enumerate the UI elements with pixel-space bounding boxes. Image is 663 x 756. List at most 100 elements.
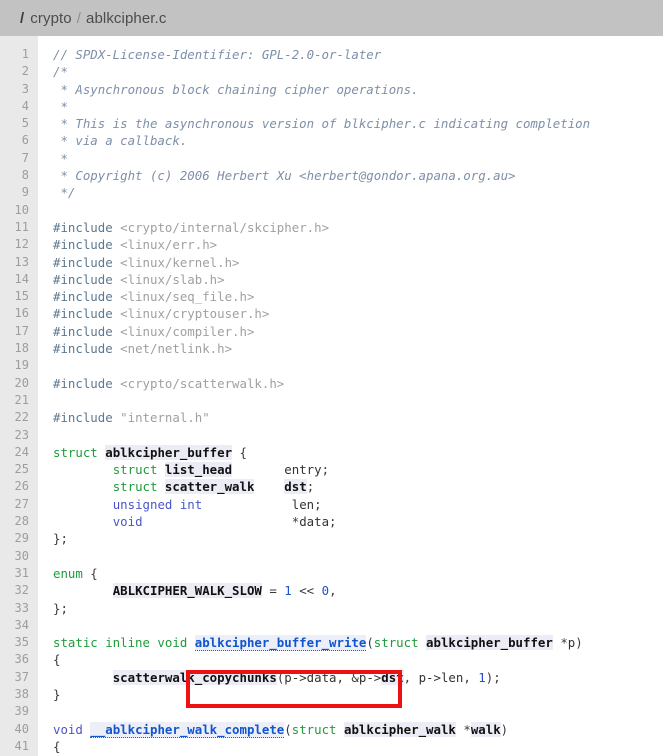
symbol-link-ablkcipher_buffer_write[interactable]: ablkcipher_buffer_write (194, 635, 367, 652)
line-number[interactable]: 23 (0, 426, 38, 444)
line-number[interactable]: 19 (0, 357, 38, 375)
identifier-token[interactable]: ABLKCIPHER_WALK_SLOW (112, 583, 262, 599)
code-line: 7 * (0, 149, 663, 168)
line-number[interactable]: 28 (0, 513, 38, 531)
breadcrumb-item-crypto[interactable]: crypto (30, 10, 71, 27)
code-token: ; (306, 479, 315, 495)
identifier-token[interactable]: list_head (164, 462, 233, 478)
code-line-content: struct ablkcipher_buffer { (38, 444, 247, 461)
code-line: 2 /* (0, 63, 663, 81)
line-number[interactable]: 15 (0, 288, 38, 306)
line-number[interactable]: 7 (0, 149, 38, 168)
code-token: * Asynchronous block chaining cipher ope… (53, 81, 419, 97)
code-line-content: struct list_head entry; (38, 461, 329, 478)
code-token: unsigned int (112, 496, 203, 512)
line-number[interactable]: 8 (0, 167, 38, 185)
code-token: { (53, 738, 61, 754)
code-line: 35 static inline void ablkcipher_buffer_w… (0, 634, 663, 652)
line-number[interactable]: 2 (0, 63, 38, 81)
line-number[interactable]: 14 (0, 270, 38, 289)
code-token: , (329, 583, 337, 599)
code-line-content (38, 548, 53, 565)
code-token: ; (329, 514, 337, 530)
line-number[interactable]: 1 (0, 46, 38, 64)
code-token: void (53, 721, 83, 737)
line-number[interactable]: 20 (0, 374, 38, 392)
line-number[interactable]: 17 (0, 322, 38, 341)
line-number[interactable]: 21 (0, 391, 38, 410)
line-number[interactable]: 24 (0, 443, 38, 462)
line-number[interactable]: 39 (0, 703, 38, 721)
line-number[interactable]: 22 (0, 409, 38, 427)
line-number[interactable]: 26 (0, 478, 38, 496)
line-number[interactable]: 9 (0, 184, 38, 202)
identifier-token[interactable]: ablkcipher_buffer (426, 635, 553, 651)
code-line-content: { (38, 651, 60, 668)
identifier-token[interactable]: walk (470, 721, 501, 737)
code-line-content: #include <linux/slab.h> (38, 271, 225, 288)
identifier-token[interactable]: ablkcipher_buffer (105, 444, 233, 460)
line-number[interactable]: 35 (0, 634, 38, 652)
line-number[interactable]: 36 (0, 651, 38, 669)
line-number[interactable]: 32 (0, 582, 38, 600)
code-line-content: #include <linux/cryptouser.h> (38, 305, 269, 322)
code-line-content (38, 703, 53, 720)
line-number[interactable]: 4 (0, 97, 38, 116)
identifier-token[interactable]: dst (381, 669, 404, 685)
code-line-content (38, 202, 53, 219)
code-line: 40 void __ablkcipher_walk_complete(struct… (0, 720, 663, 738)
line-number[interactable]: 25 (0, 461, 38, 479)
line-number[interactable]: 27 (0, 495, 38, 514)
code-token: ); (485, 669, 501, 685)
code-line: 15 #include <linux/seq_file.h> (0, 288, 663, 306)
code-line-content: #include <crypto/scatterwalk.h> (38, 375, 284, 392)
line-number[interactable]: 12 (0, 236, 38, 254)
code-token: * (53, 150, 68, 166)
code-viewer[interactable]: 1 // SPDX-License-Identifier: GPL-2.0-or-… (0, 36, 663, 756)
identifier-token[interactable]: dst (284, 479, 307, 495)
line-number[interactable]: 29 (0, 530, 38, 548)
line-number[interactable]: 11 (0, 218, 38, 237)
code-token: #include (53, 323, 113, 339)
code-token: #include (53, 289, 113, 305)
code-token: #include (53, 375, 113, 391)
code-line-content: * (38, 98, 67, 115)
line-number[interactable]: 3 (0, 80, 38, 98)
code-line-content: ABLKCIPHER_WALK_SLOW = 1 << 0, (38, 582, 337, 599)
line-number[interactable]: 41 (0, 737, 38, 756)
code-line: 8 * Copyright (c) 2006 Herbert Xu <herbe… (0, 167, 663, 185)
line-number[interactable]: 34 (0, 616, 38, 635)
code-line-content (38, 617, 53, 634)
line-number[interactable]: 13 (0, 253, 38, 271)
code-line-content: * This is the asynchronous version of bl… (38, 115, 590, 132)
breadcrumb-item-file[interactable]: ablkcipher.c (86, 10, 166, 27)
line-number[interactable]: 16 (0, 305, 38, 323)
line-number[interactable]: 5 (0, 115, 38, 133)
code-line-content: * via a callback. (38, 132, 187, 149)
line-number[interactable]: 31 (0, 564, 38, 583)
symbol-link-__ablkcipher_walk_complete[interactable]: __ablkcipher_walk_complete (90, 721, 285, 738)
identifier-token[interactable]: ablkcipher_walk (343, 721, 456, 737)
line-number[interactable]: 37 (0, 668, 38, 686)
code-token: }; (53, 600, 68, 616)
line-number[interactable]: 38 (0, 685, 38, 704)
line-number[interactable]: 6 (0, 132, 38, 150)
line-number[interactable]: 40 (0, 720, 38, 738)
identifier-token[interactable]: scatterwalk_copychunks (112, 669, 277, 685)
code-line: 10 (0, 201, 663, 219)
code-token: } (53, 686, 61, 702)
line-number[interactable]: 18 (0, 340, 38, 358)
code-token: "internal.h" (120, 410, 210, 426)
line-number[interactable]: 33 (0, 599, 38, 617)
code-line: 22 #include "internal.h" (0, 409, 663, 427)
code-token: ; (321, 462, 330, 478)
code-token: // SPDX-License-Identifier: GPL-2.0-or-l… (53, 47, 382, 62)
identifier-token[interactable]: scatter_walk (164, 479, 255, 495)
line-number[interactable]: 30 (0, 547, 38, 565)
code-token: #include (53, 341, 113, 357)
line-number[interactable]: 10 (0, 201, 38, 219)
code-token: , (403, 669, 419, 685)
code-token: ( (366, 635, 374, 651)
